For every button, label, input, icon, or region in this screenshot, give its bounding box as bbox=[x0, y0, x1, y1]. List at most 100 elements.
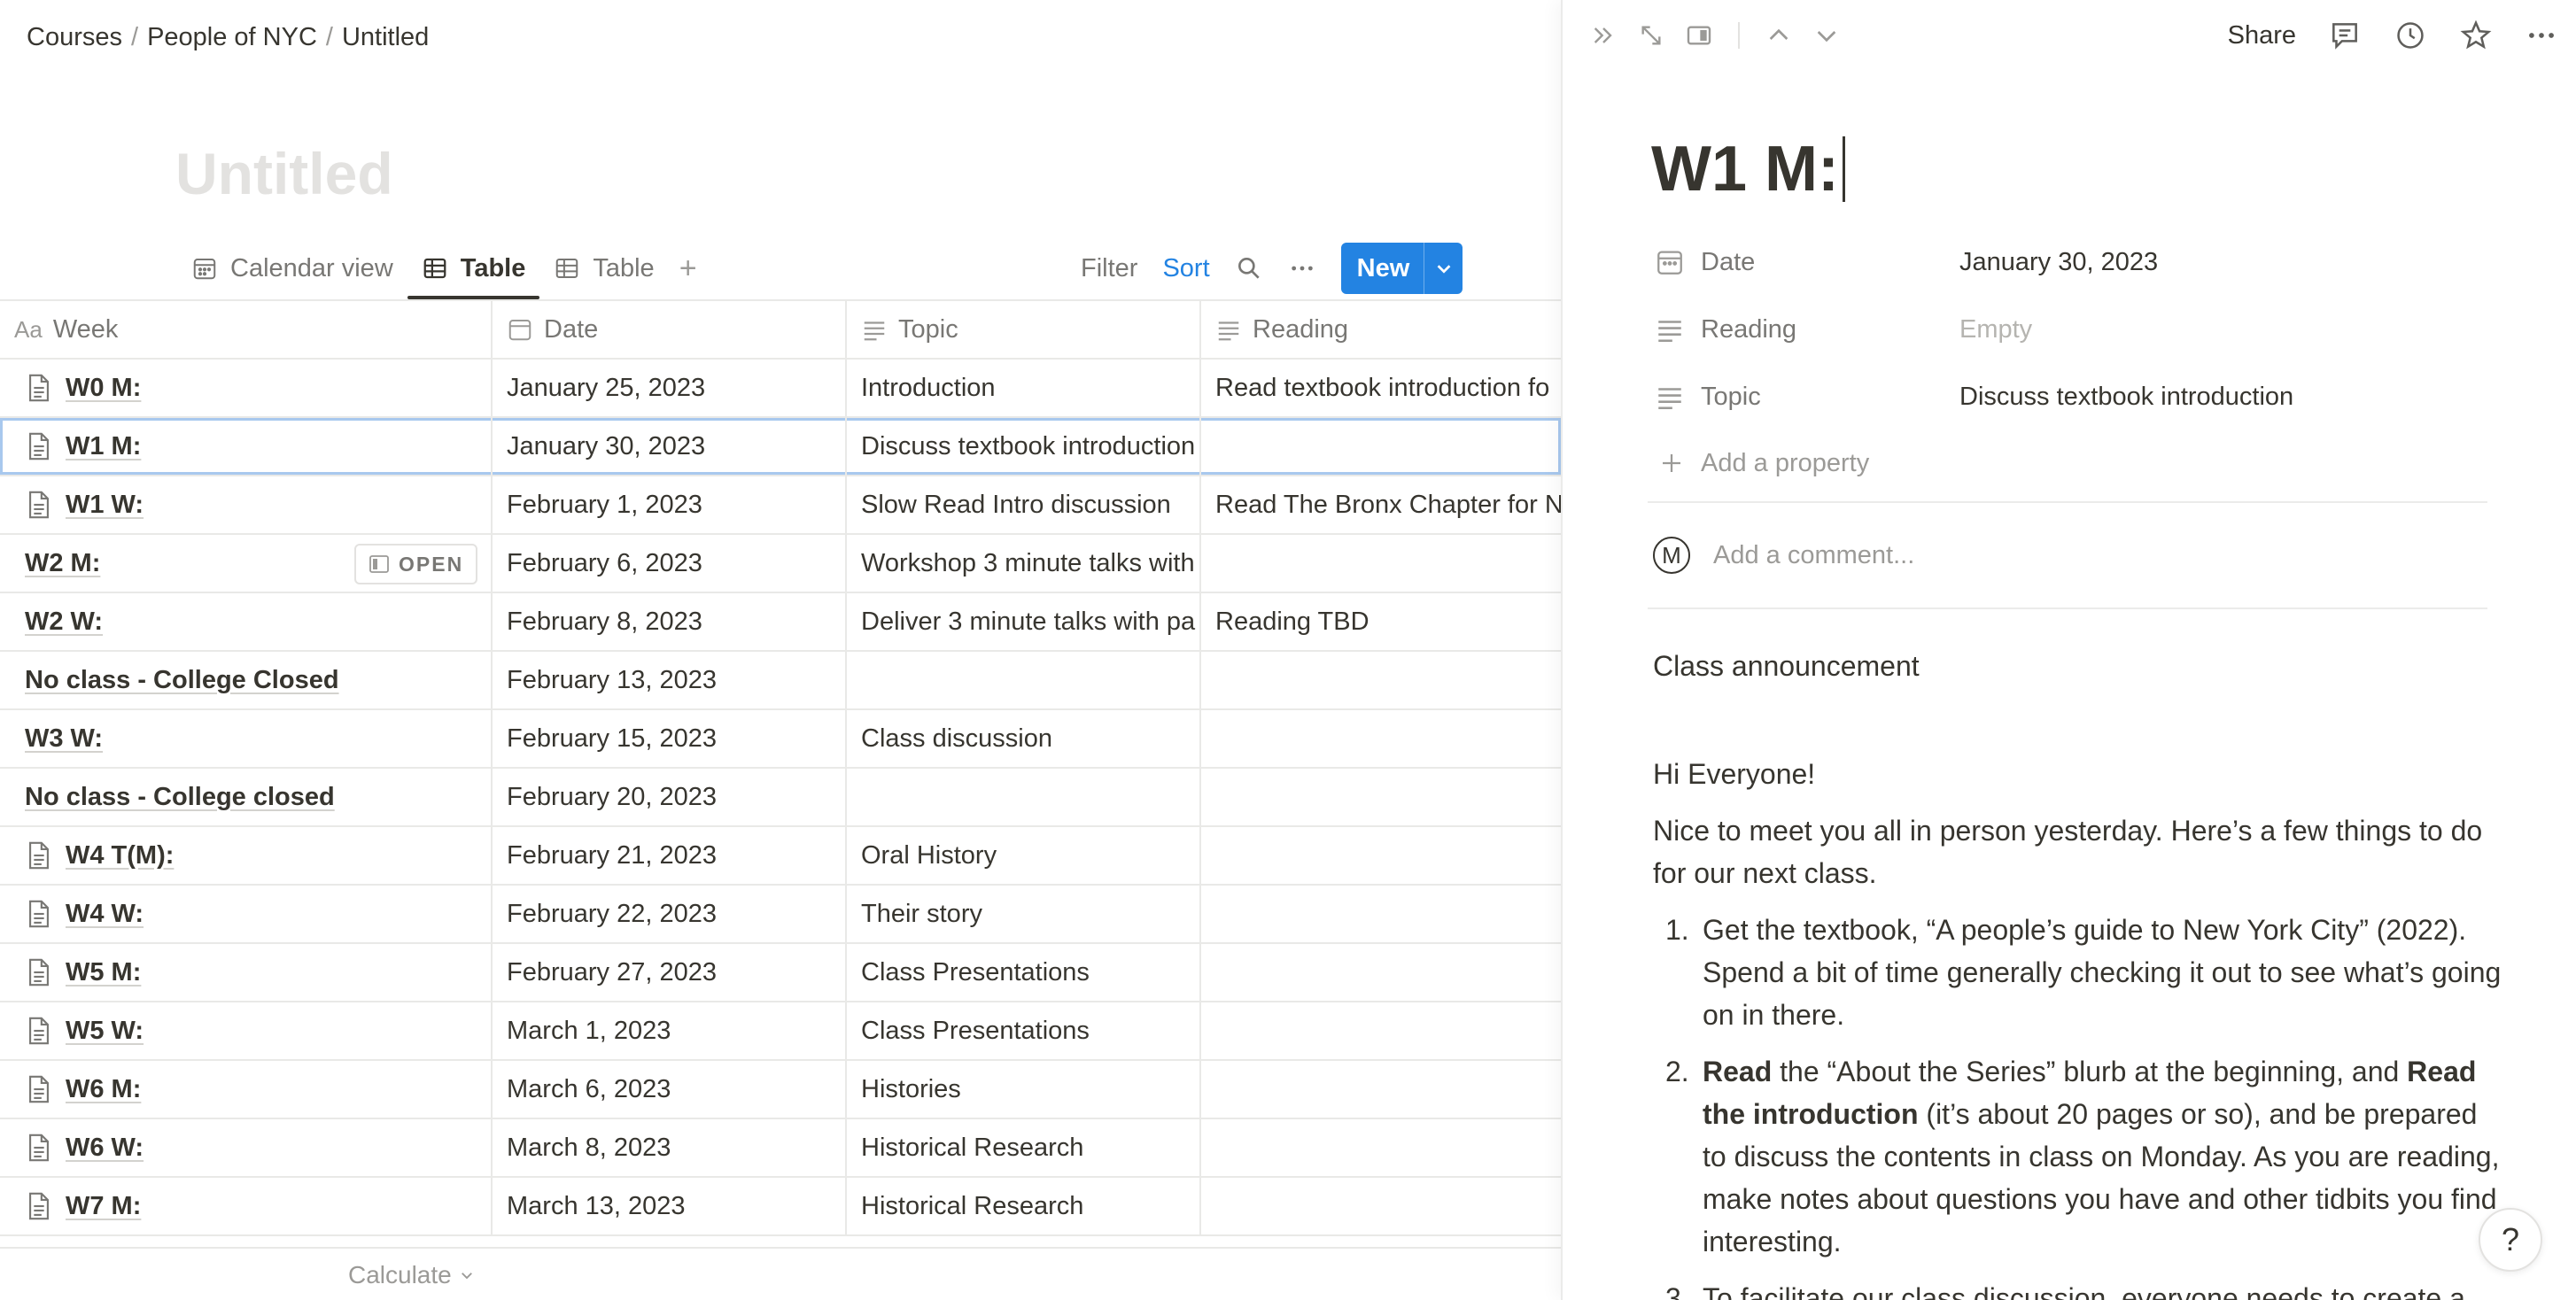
comment-icon[interactable] bbox=[2328, 19, 2362, 52]
cell-topic[interactable]: Oral History bbox=[847, 827, 1201, 884]
favorite-star-icon[interactable] bbox=[2459, 19, 2493, 52]
cell-reading[interactable]: Reading TBD bbox=[1201, 593, 1561, 650]
row-title[interactable]: W5 M: bbox=[14, 957, 141, 987]
property-reading[interactable]: Reading Empty bbox=[1651, 296, 2484, 363]
row-title[interactable]: W1 M: bbox=[14, 431, 141, 461]
open-row-button[interactable]: OPEN bbox=[354, 544, 478, 584]
cell-topic[interactable]: Histories bbox=[847, 1061, 1201, 1118]
table-row[interactable]: W2 M: February 6, 2023 Workshop 3 minute t… bbox=[0, 535, 1561, 593]
column-header-topic[interactable]: Topic bbox=[847, 301, 1201, 358]
column-header-reading[interactable]: Reading bbox=[1201, 301, 1561, 358]
cell-date[interactable]: March 6, 2023 bbox=[493, 1061, 847, 1118]
cell-date[interactable]: February 6, 2023 bbox=[493, 535, 847, 592]
column-header-date[interactable]: Date bbox=[493, 301, 847, 358]
cell-reading[interactable] bbox=[1201, 710, 1561, 767]
row-title[interactable]: W2 W: bbox=[14, 607, 103, 637]
table-row[interactable]: W1 W: February 1, 2023 Slow Read Intro dis… bbox=[0, 476, 1561, 535]
cell-date[interactable]: February 13, 2023 bbox=[493, 652, 847, 708]
table-row[interactable]: W6 M: March 6, 2023 Histories bbox=[0, 1061, 1561, 1119]
sort-button[interactable]: Sort bbox=[1162, 254, 1209, 283]
row-title[interactable]: W2 M: bbox=[14, 549, 100, 578]
cell-date[interactable]: March 13, 2023 bbox=[493, 1178, 847, 1234]
breadcrumb-item-people-of-nyc[interactable]: People of NYC bbox=[147, 23, 317, 52]
property-topic[interactable]: Topic Discuss textbook introduction bbox=[1651, 363, 2484, 430]
cell-topic[interactable]: Slow Read Intro discussion bbox=[847, 476, 1201, 533]
page-title[interactable]: Untitled bbox=[175, 140, 393, 207]
cell-date[interactable]: February 22, 2023 bbox=[493, 886, 847, 942]
chevron-down-icon[interactable] bbox=[1812, 21, 1841, 50]
table-row[interactable]: No class - College Closed February 13, 20… bbox=[0, 652, 1561, 710]
cell-reading[interactable] bbox=[1201, 827, 1561, 884]
add-view-button[interactable]: + bbox=[669, 251, 708, 286]
cell-reading[interactable] bbox=[1201, 535, 1561, 592]
row-title[interactable]: W5 W: bbox=[14, 1016, 144, 1046]
cell-date[interactable]: February 15, 2023 bbox=[493, 710, 847, 767]
cell-week[interactable]: W6 W: bbox=[0, 1119, 493, 1176]
cell-topic[interactable]: Class Presentations bbox=[847, 1002, 1201, 1059]
table-row[interactable]: W7 M: March 13, 2023 Historical Research bbox=[0, 1178, 1561, 1236]
cell-week[interactable]: W6 M: bbox=[0, 1061, 493, 1118]
cell-week[interactable]: W3 W: bbox=[0, 710, 493, 767]
cell-reading[interactable] bbox=[1201, 1119, 1561, 1176]
cell-topic[interactable]: Class discussion bbox=[847, 710, 1201, 767]
cell-week[interactable]: W4 T(M): bbox=[0, 827, 493, 884]
new-button[interactable]: New bbox=[1341, 254, 1424, 283]
new-dropdown-button[interactable] bbox=[1424, 243, 1463, 294]
table-row[interactable]: W0 M: January 25, 2023 Introduction Read te… bbox=[0, 360, 1561, 418]
row-title[interactable]: W0 M: bbox=[14, 373, 141, 403]
cell-week[interactable]: W1 W: bbox=[0, 476, 493, 533]
cell-topic[interactable]: Introduction bbox=[847, 360, 1201, 416]
cell-topic[interactable]: Class Presentations bbox=[847, 944, 1201, 1001]
cell-reading[interactable] bbox=[1201, 769, 1561, 825]
property-date[interactable]: Date January 30, 2023 bbox=[1651, 228, 2484, 296]
more-options-button[interactable] bbox=[1288, 254, 1316, 282]
share-button[interactable]: Share bbox=[2228, 21, 2296, 50]
cell-week[interactable]: No class - College closed bbox=[0, 769, 493, 825]
cell-date[interactable]: January 25, 2023 bbox=[493, 360, 847, 416]
cell-date[interactable]: February 1, 2023 bbox=[493, 476, 847, 533]
cell-topic[interactable]: Historical Research bbox=[847, 1119, 1201, 1176]
peek-page-title[interactable]: W1 M: bbox=[1651, 133, 1845, 205]
cell-week[interactable]: W1 M: bbox=[0, 418, 493, 475]
row-title[interactable]: W4 T(M): bbox=[14, 840, 174, 871]
cell-date[interactable]: February 20, 2023 bbox=[493, 769, 847, 825]
breadcrumb-item-courses[interactable]: Courses bbox=[27, 23, 122, 52]
table-row[interactable]: W2 W: February 8, 2023 Deliver 3 minute ta… bbox=[0, 593, 1561, 652]
row-title[interactable]: W1 W: bbox=[14, 490, 144, 520]
property-value[interactable]: January 30, 2023 bbox=[1959, 248, 2158, 277]
cell-reading[interactable] bbox=[1201, 1178, 1561, 1234]
column-header-week[interactable]: Aa Week bbox=[0, 301, 493, 358]
expand-icon[interactable] bbox=[1637, 21, 1665, 50]
tab-calendar-view[interactable]: Calendar view bbox=[177, 239, 407, 298]
cell-topic[interactable] bbox=[847, 652, 1201, 708]
property-value[interactable]: Discuss textbook introduction bbox=[1959, 383, 2293, 412]
add-property-button[interactable]: Add a property bbox=[1651, 430, 2484, 496]
tab-table-active[interactable]: Table bbox=[407, 239, 540, 299]
cell-reading[interactable] bbox=[1201, 944, 1561, 1001]
page-content[interactable]: Class announcement Hi Everyone! Nice to … bbox=[1653, 645, 2503, 1300]
cell-week[interactable]: W5 W: bbox=[0, 1002, 493, 1059]
cell-reading[interactable] bbox=[1201, 652, 1561, 708]
table-row[interactable]: W1 M: January 30, 2023 Discuss textbook in… bbox=[0, 418, 1561, 476]
tab-table[interactable]: Table bbox=[539, 239, 668, 298]
cell-topic[interactable]: Workshop 3 minute talks with bbox=[847, 535, 1201, 592]
table-row[interactable]: No class - College closed February 20, 20… bbox=[0, 769, 1561, 827]
cell-week[interactable]: W0 M: bbox=[0, 360, 493, 416]
history-clock-icon[interactable] bbox=[2394, 19, 2427, 52]
cell-date[interactable]: January 30, 2023 bbox=[493, 418, 847, 475]
cell-reading[interactable]: Read The Bronx Chapter for N bbox=[1201, 476, 1561, 533]
close-peek-icon[interactable] bbox=[1589, 21, 1618, 50]
search-button[interactable] bbox=[1235, 254, 1263, 282]
cell-week[interactable]: W5 M: bbox=[0, 944, 493, 1001]
row-title[interactable]: No class - College Closed bbox=[14, 666, 339, 695]
comment-input-row[interactable]: M Add a comment... bbox=[1653, 537, 1914, 574]
row-title[interactable]: W3 W: bbox=[14, 724, 103, 754]
cell-topic[interactable]: Historical Research bbox=[847, 1178, 1201, 1234]
cell-topic[interactable] bbox=[847, 769, 1201, 825]
row-title[interactable]: W7 M: bbox=[14, 1191, 141, 1221]
cell-date[interactable]: February 27, 2023 bbox=[493, 944, 847, 1001]
table-row[interactable]: W5 W: March 1, 2023 Class Presentations bbox=[0, 1002, 1561, 1061]
cell-topic[interactable]: Deliver 3 minute talks with pa bbox=[847, 593, 1201, 650]
cell-date[interactable]: February 21, 2023 bbox=[493, 827, 847, 884]
table-row[interactable]: W6 W: March 8, 2023 Historical Research bbox=[0, 1119, 1561, 1178]
